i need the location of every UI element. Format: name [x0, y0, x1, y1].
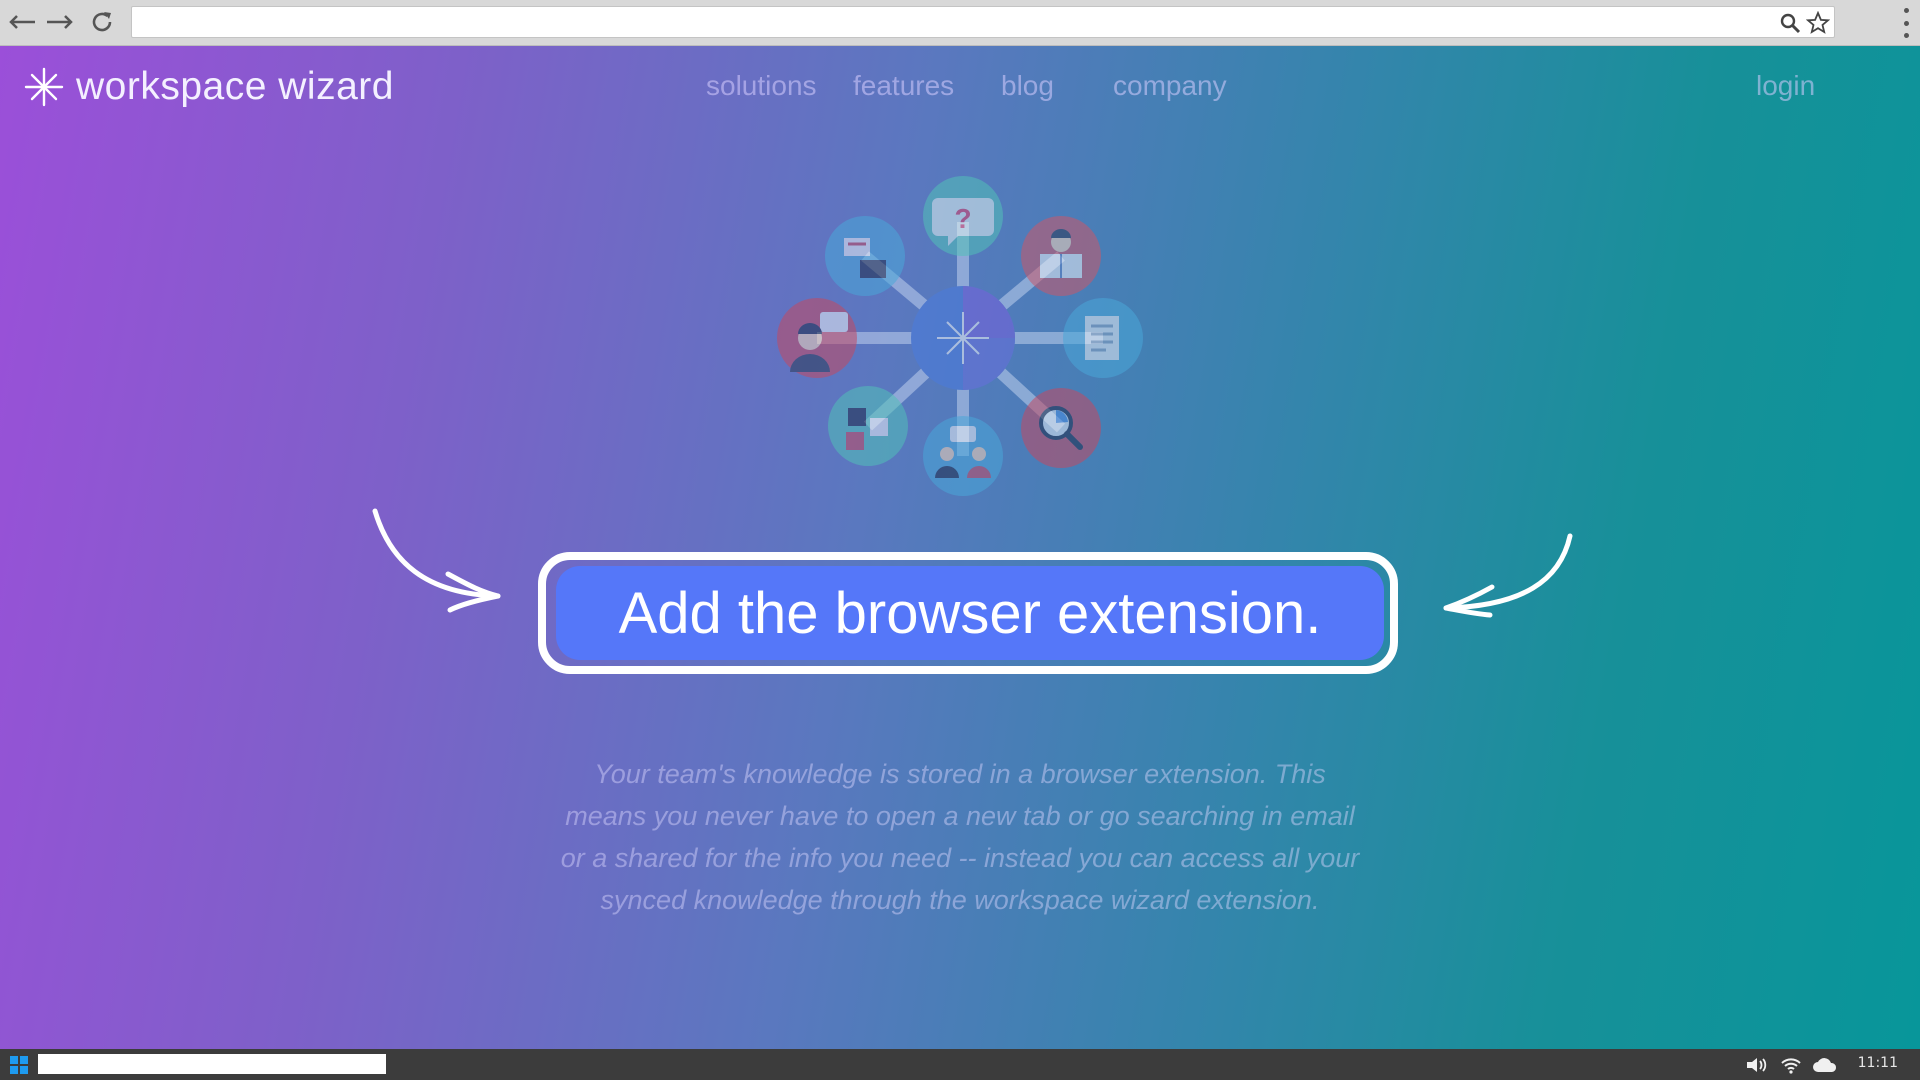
- star-icon[interactable]: [1806, 11, 1830, 35]
- cloud-icon[interactable]: [1812, 1056, 1838, 1074]
- magnify-chart-icon: [1021, 388, 1101, 468]
- arrow-right-icon[interactable]: [44, 8, 76, 36]
- cta-button-frame: Add the browser extension.: [538, 552, 1398, 674]
- landing-page: workspace wizard solutions features blog…: [0, 46, 1920, 1049]
- person-chat-icon: [777, 298, 857, 378]
- arrow-left-icon[interactable]: [6, 8, 38, 36]
- reader-book-icon: [1021, 216, 1101, 296]
- hero-description: Your team's knowledge is stored in a bro…: [560, 759, 1360, 915]
- reload-icon[interactable]: [86, 8, 118, 36]
- browser-toolbar: [0, 0, 1920, 46]
- nav-link-solutions[interactable]: solutions: [706, 70, 817, 102]
- wifi-icon[interactable]: [1780, 1056, 1802, 1074]
- puzzle-pieces-icon: [828, 386, 908, 466]
- add-extension-button[interactable]: Add the browser extension.: [556, 566, 1384, 660]
- right-arrow-icon: [1443, 533, 1573, 618]
- taskbar: 11:11: [0, 1049, 1920, 1080]
- nav-link-features[interactable]: features: [853, 70, 954, 102]
- login-link[interactable]: login: [1756, 70, 1815, 102]
- taskbar-search-input[interactable]: [38, 1054, 386, 1074]
- document-list-icon: [1063, 298, 1143, 378]
- clock: 11:11: [1857, 1055, 1898, 1071]
- search-icon[interactable]: [1778, 11, 1802, 35]
- windows-logo-icon[interactable]: [10, 1056, 28, 1074]
- meeting-people-icon: [923, 416, 1003, 496]
- svg-text:?: ?: [954, 203, 971, 234]
- kebab-menu-icon[interactable]: [1898, 8, 1914, 38]
- nav-link-blog[interactable]: blog: [1001, 70, 1054, 102]
- question-bubble-icon: ?: [923, 176, 1003, 256]
- left-arrow-icon: [372, 508, 501, 613]
- top-navigation: solutions features blog company login: [0, 70, 1920, 110]
- knowledge-hub-illustration: ?: [777, 176, 1143, 496]
- address-bar[interactable]: [131, 6, 1835, 38]
- cards-transfer-icon: [825, 216, 905, 296]
- nav-link-company[interactable]: company: [1113, 70, 1227, 102]
- volume-icon[interactable]: [1746, 1056, 1768, 1074]
